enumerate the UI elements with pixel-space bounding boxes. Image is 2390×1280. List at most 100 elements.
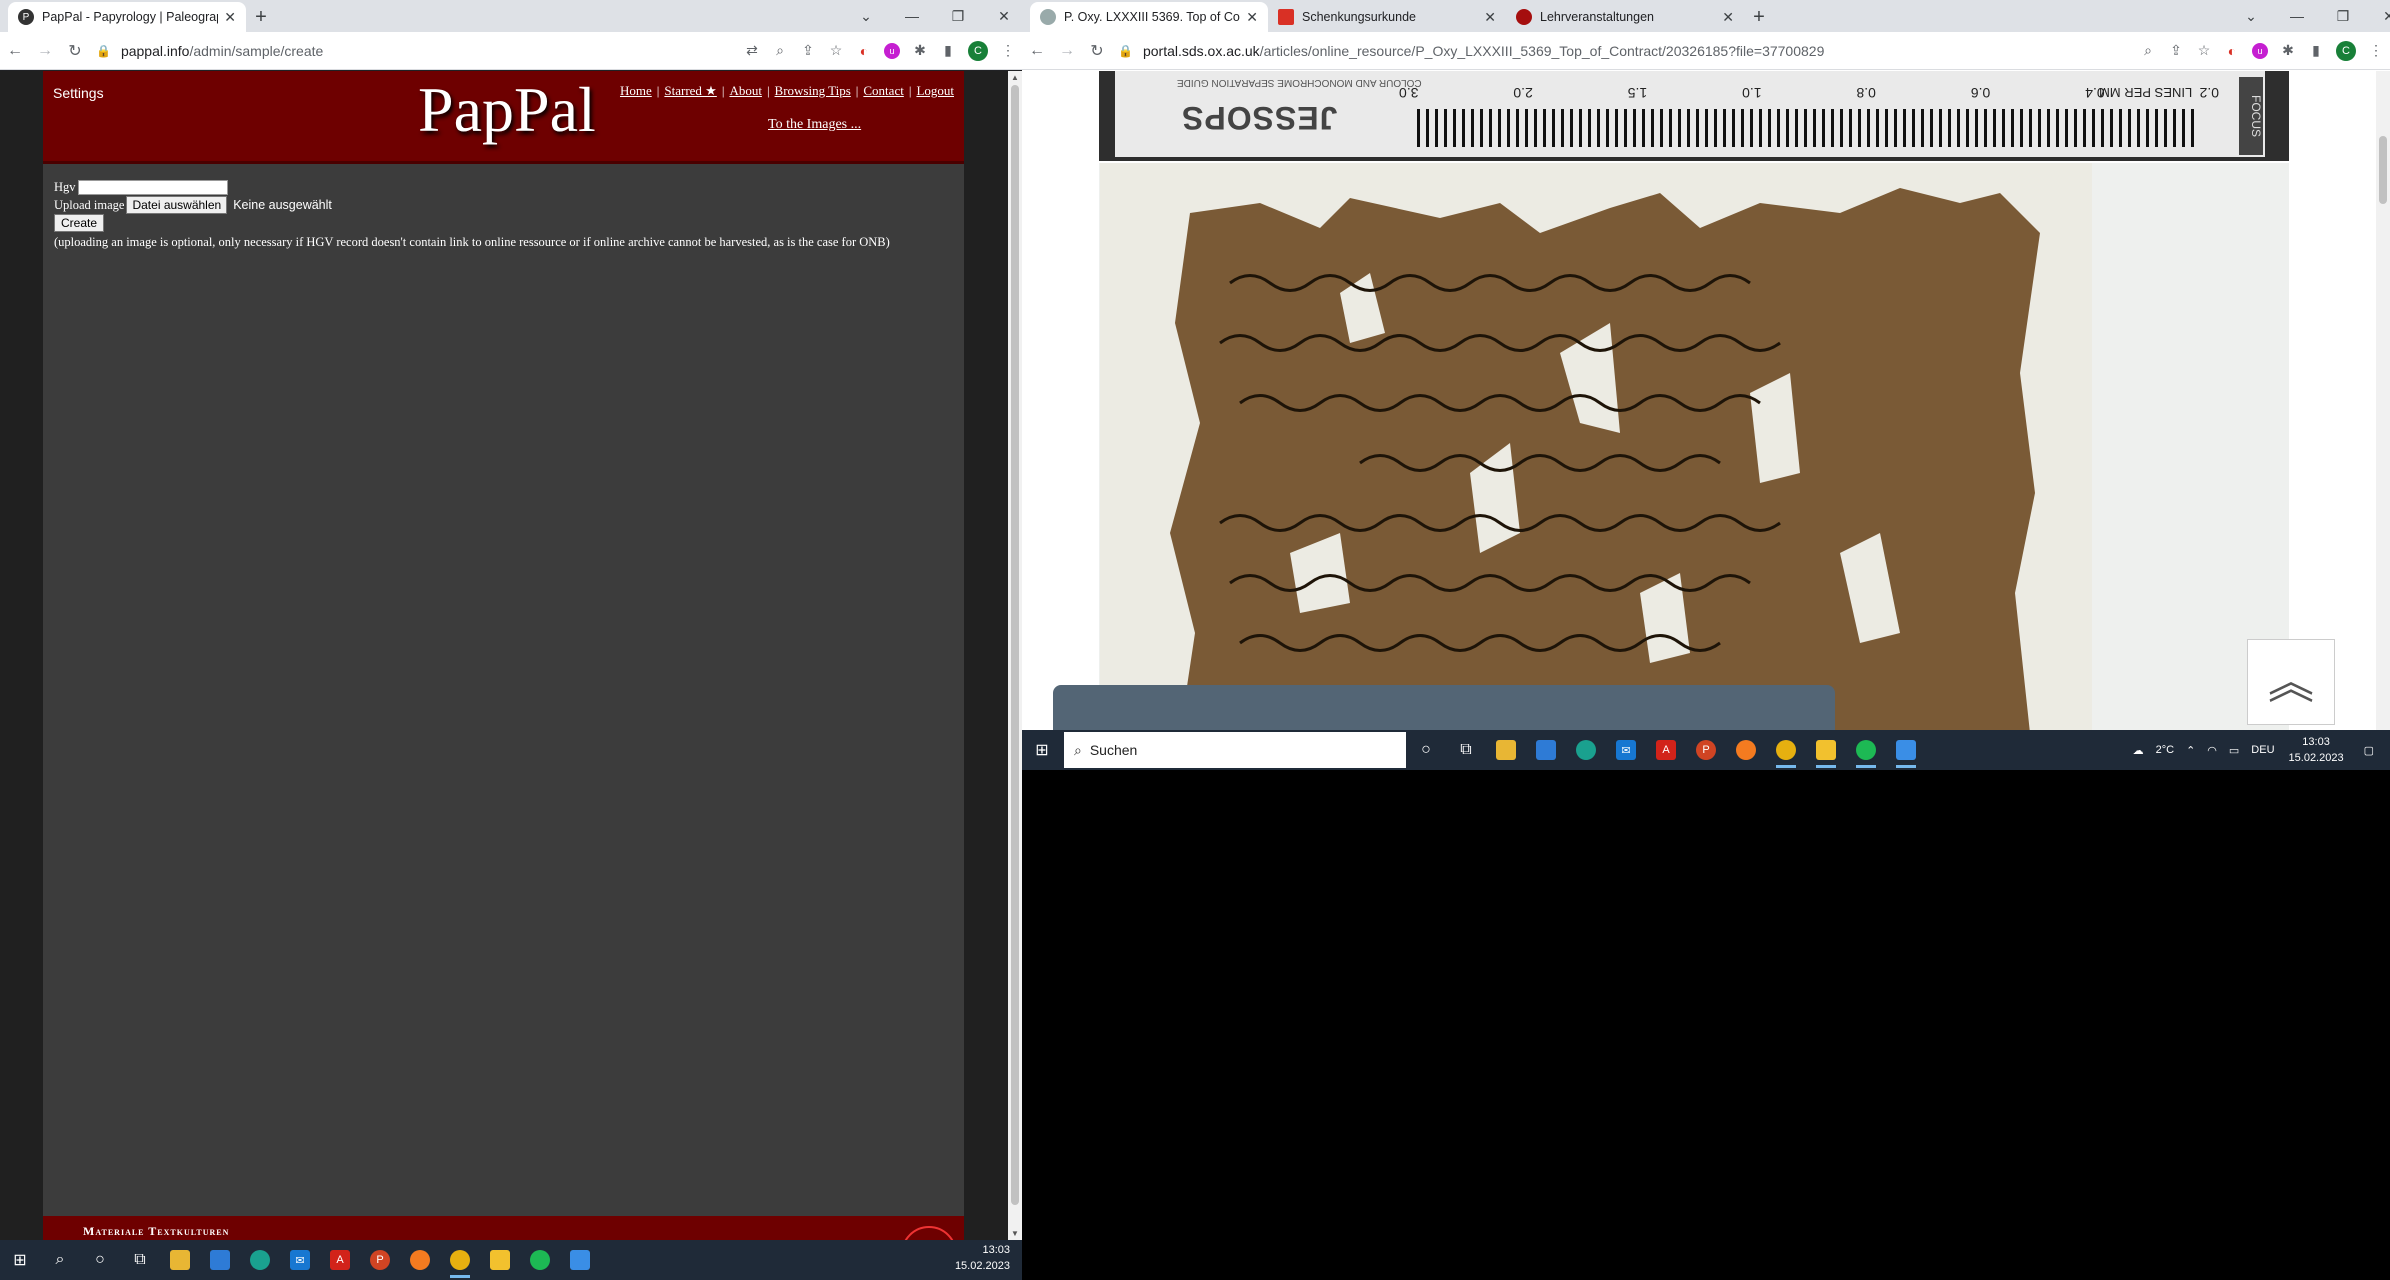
minimize-button[interactable]: — bbox=[889, 8, 935, 24]
sidepanel-icon[interactable]: ▮ bbox=[2302, 42, 2330, 59]
tab-search-icon[interactable]: ⌄ bbox=[843, 8, 889, 25]
tab-search-icon[interactable]: ⌄ bbox=[2228, 8, 2274, 25]
store-icon[interactable] bbox=[200, 1240, 240, 1280]
close-window-button[interactable]: ✕ bbox=[981, 8, 1027, 25]
extension-red-icon[interactable]: ◐ bbox=[850, 43, 878, 59]
file-explorer-icon[interactable] bbox=[1486, 730, 1526, 770]
powerpoint-icon[interactable]: P bbox=[1686, 730, 1726, 770]
close-tab-icon[interactable]: ✕ bbox=[1484, 9, 1496, 26]
close-tab-icon[interactable]: ✕ bbox=[1722, 9, 1734, 26]
network-icon[interactable]: ◠ bbox=[2207, 744, 2217, 757]
new-tab-button[interactable]: + bbox=[246, 2, 276, 32]
firefox-icon[interactable] bbox=[1726, 730, 1766, 770]
to-images-link[interactable]: To the Images ... bbox=[768, 117, 861, 133]
left-scroll-thumb[interactable] bbox=[1011, 85, 1019, 1205]
zoom-icon[interactable]: ⌕ bbox=[2134, 42, 2162, 59]
right-clock[interactable]: 13:03 15.02.2023 bbox=[2289, 734, 2344, 766]
extension-red-icon[interactable]: ◐ bbox=[2218, 43, 2246, 59]
url-field[interactable]: 🔒 portal.sds.ox.ac.uk /articles/online_r… bbox=[1112, 37, 2134, 65]
restore-button[interactable]: ❐ bbox=[935, 8, 981, 25]
chrome-icon[interactable] bbox=[1766, 730, 1806, 770]
scroll-up-arrow-icon[interactable]: ▲ bbox=[1008, 73, 1022, 82]
close-window-button[interactable]: ✕ bbox=[2366, 8, 2390, 25]
share-icon[interactable]: ⇪ bbox=[2162, 42, 2190, 59]
menu-icon[interactable]: ⋮ bbox=[994, 42, 1022, 59]
scroll-down-arrow-icon[interactable]: ▼ bbox=[1008, 1229, 1022, 1238]
store-icon[interactable] bbox=[1526, 730, 1566, 770]
choose-file-button[interactable]: Datei auswählen bbox=[126, 196, 228, 214]
url-field[interactable]: 🔒 pappal.info /admin/sample/create bbox=[90, 37, 738, 65]
extension-pink-icon[interactable]: u bbox=[884, 42, 900, 59]
right-scrollbar[interactable] bbox=[2376, 71, 2390, 730]
tab-pappal[interactable]: P PapPal - Papyrology | Paleograph ✕ bbox=[8, 2, 246, 32]
minimize-button[interactable]: — bbox=[2274, 8, 2320, 24]
start-windows-icon[interactable]: ⊞ bbox=[0, 1240, 40, 1280]
cortana-icon[interactable]: ○ bbox=[1406, 730, 1446, 770]
mail-icon[interactable]: ✉ bbox=[280, 1240, 320, 1280]
notes-icon[interactable] bbox=[480, 1240, 520, 1280]
tab-schenkungsurkunde[interactable]: Schenkungsurkunde ✕ bbox=[1268, 2, 1506, 32]
forward-button[interactable]: → bbox=[30, 42, 60, 60]
sidepanel-icon[interactable]: ▮ bbox=[934, 42, 962, 59]
nav-home[interactable]: Home bbox=[620, 83, 652, 98]
share-icon[interactable]: ⇪ bbox=[794, 42, 822, 59]
nav-contact[interactable]: Contact bbox=[863, 83, 903, 98]
nav-logout[interactable]: Logout bbox=[916, 83, 954, 98]
powerpoint-icon[interactable]: P bbox=[360, 1240, 400, 1280]
back-button[interactable]: ← bbox=[1022, 42, 1052, 60]
new-tab-button[interactable]: + bbox=[1744, 2, 1774, 32]
right-scroll-thumb[interactable] bbox=[2379, 136, 2387, 204]
nav-starred[interactable]: Starred ★ bbox=[664, 83, 716, 98]
firefox-icon[interactable] bbox=[400, 1240, 440, 1280]
search-icon[interactable]: ⌕ bbox=[40, 1240, 80, 1280]
photos-icon[interactable] bbox=[1886, 730, 1926, 770]
left-clock[interactable]: 13:03 15.02.2023 bbox=[955, 1242, 1010, 1274]
reload-button[interactable]: ↻ bbox=[1082, 41, 1112, 61]
task-view-icon[interactable]: ⧉ bbox=[120, 1240, 160, 1280]
back-button[interactable]: ← bbox=[0, 42, 30, 60]
settings-link[interactable]: Settings bbox=[53, 85, 104, 101]
nav-about[interactable]: About bbox=[729, 83, 762, 98]
weather-temp[interactable]: 2°C bbox=[2156, 744, 2174, 756]
notification-icon[interactable]: ▢ bbox=[2364, 744, 2374, 757]
translate-icon[interactable]: ⇄ bbox=[738, 42, 766, 59]
star-icon[interactable]: ☆ bbox=[822, 42, 850, 59]
notes-icon[interactable] bbox=[1806, 730, 1846, 770]
forward-button[interactable]: → bbox=[1052, 42, 1082, 60]
file-explorer-icon[interactable] bbox=[160, 1240, 200, 1280]
mail-icon[interactable]: ✉ bbox=[1606, 730, 1646, 770]
restore-button[interactable]: ❐ bbox=[2320, 8, 2366, 25]
extensions-icon[interactable]: ✱ bbox=[906, 42, 934, 59]
close-tab-icon[interactable]: ✕ bbox=[1246, 9, 1258, 26]
profile-avatar[interactable]: C bbox=[968, 40, 988, 61]
weather-icon[interactable]: ☁ bbox=[2133, 744, 2144, 757]
profile-avatar[interactable]: C bbox=[2336, 40, 2356, 61]
tab-lehrveranstaltungen[interactable]: Lehrveranstaltungen ✕ bbox=[1506, 2, 1744, 32]
star-icon[interactable]: ☆ bbox=[2190, 42, 2218, 59]
spotify-icon[interactable] bbox=[1846, 730, 1886, 770]
extensions-icon[interactable]: ✱ bbox=[2274, 42, 2302, 59]
pappal-logo[interactable]: PapPal bbox=[418, 73, 596, 147]
acrobat-icon[interactable]: A bbox=[320, 1240, 360, 1280]
close-tab-icon[interactable]: ✕ bbox=[224, 9, 236, 26]
scroll-to-top-button[interactable]: ︽ bbox=[2247, 639, 2335, 725]
extension-pink-icon[interactable]: u bbox=[2252, 42, 2268, 59]
edge-icon[interactable] bbox=[240, 1240, 280, 1280]
language-indicator[interactable]: DEU bbox=[2251, 744, 2274, 756]
tab-p-oxy[interactable]: P. Oxy. LXXXIII 5369. Top of Cont ✕ bbox=[1030, 2, 1268, 32]
chrome-icon[interactable] bbox=[440, 1240, 480, 1280]
left-scrollbar[interactable]: ▲ ▼ bbox=[1008, 71, 1022, 1240]
task-view-icon[interactable]: ⧉ bbox=[1446, 730, 1486, 770]
taskbar-search-field[interactable]: ⌕ Suchen bbox=[1064, 732, 1406, 768]
create-button[interactable]: Create bbox=[54, 214, 105, 232]
nav-browsing-tips[interactable]: Browsing Tips bbox=[775, 83, 851, 98]
edge-icon[interactable] bbox=[1566, 730, 1606, 770]
photos-icon[interactable] bbox=[560, 1240, 600, 1280]
battery-icon[interactable]: ▭ bbox=[2229, 744, 2239, 757]
tray-expand-icon[interactable]: ⌃ bbox=[2186, 744, 2195, 757]
start-windows-icon[interactable]: ⊞ bbox=[1022, 730, 1062, 770]
menu-icon[interactable]: ⋮ bbox=[2362, 42, 2390, 59]
cortana-icon[interactable]: ○ bbox=[80, 1240, 120, 1280]
zoom-icon[interactable]: ⌕ bbox=[766, 42, 794, 59]
reload-button[interactable]: ↻ bbox=[60, 41, 90, 61]
